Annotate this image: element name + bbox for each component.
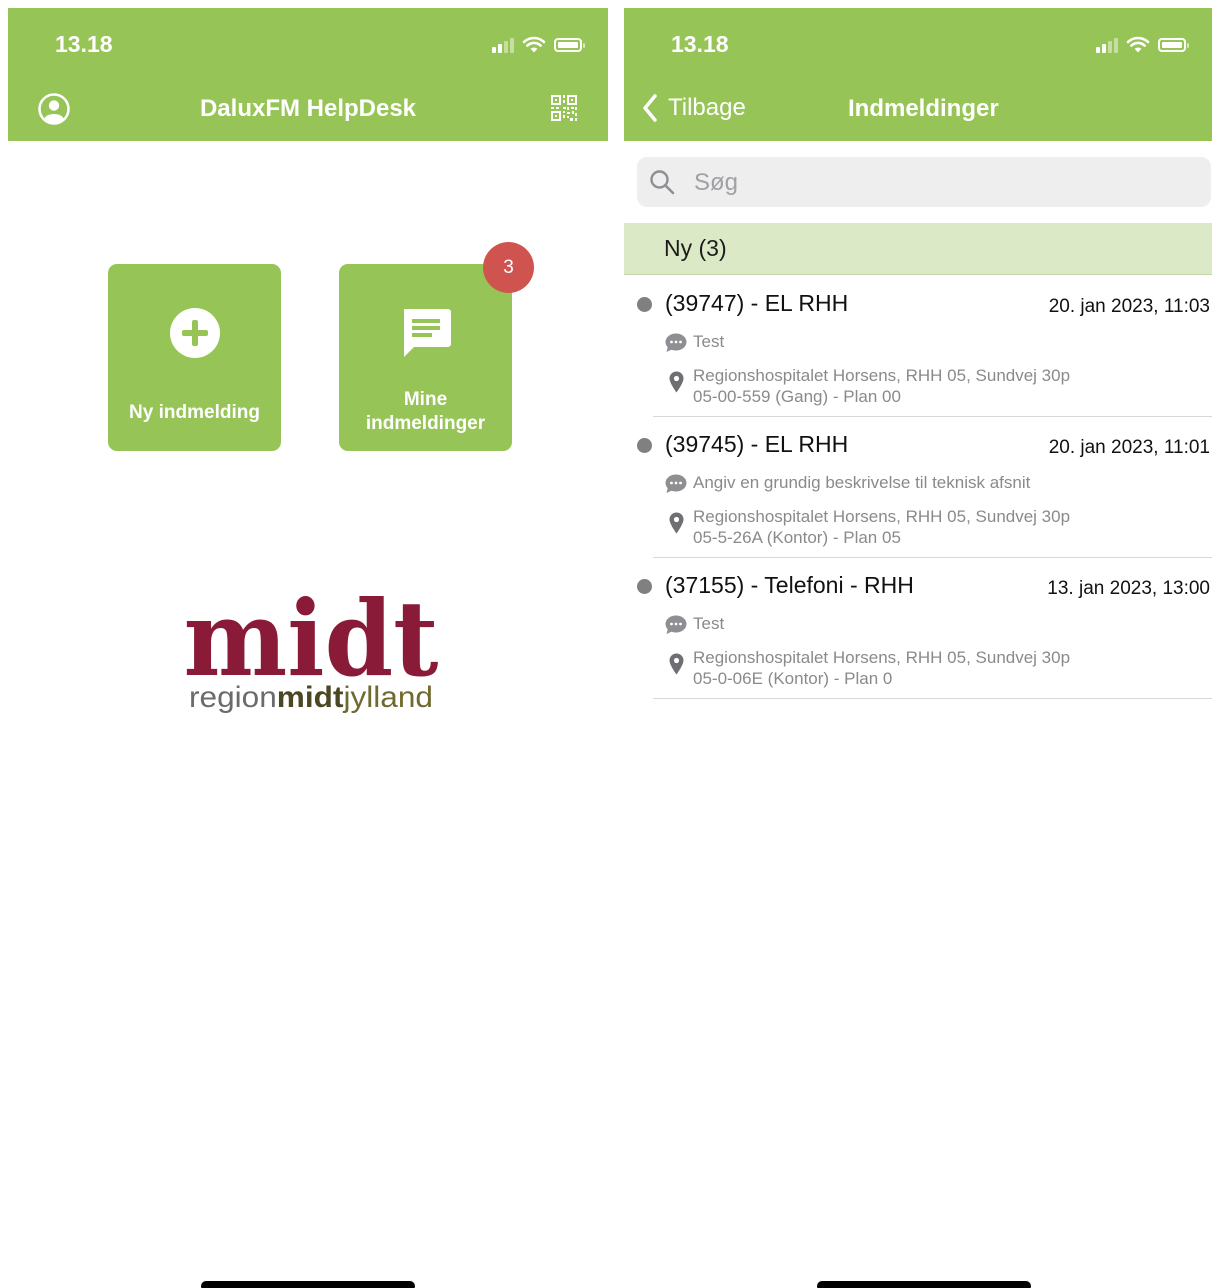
- report-list-item[interactable]: (37155) - Telefoni - RHH 13. jan 2023, 1…: [624, 558, 1212, 699]
- reports-nav-bar: 13.18 Tilbage Indmeldinger: [624, 8, 1212, 141]
- battery-icon: [554, 37, 585, 52]
- plus-circle-icon: [169, 308, 220, 358]
- region-midtjylland-logo: midt region midt jylland: [184, 585, 439, 714]
- section-header-new: Ny (3): [624, 223, 1212, 275]
- home-nav-bar: 13.18 DaluxFM HelpDesk: [8, 8, 608, 141]
- report-date: 13. jan 2023, 13:00: [1047, 578, 1210, 599]
- my-reports-label-line1: Mine: [403, 389, 448, 410]
- report-comment: Test: [693, 614, 725, 633]
- status-dot: [637, 297, 652, 312]
- report-list-item[interactable]: (39745) - EL RHH 20. jan 2023, 11:01 Ang…: [624, 417, 1212, 558]
- row-divider: [653, 698, 1212, 699]
- new-report-label: Ny indmelding: [129, 402, 260, 423]
- report-room: 05-5-26A (Kontor) - Plan 05: [693, 528, 901, 547]
- back-button[interactable]: Tilbage: [642, 94, 746, 122]
- home-indicator[interactable]: [201, 1281, 415, 1288]
- back-label: Tilbage: [668, 94, 746, 121]
- location-pin-icon: [669, 512, 684, 534]
- status-icons: [1096, 36, 1189, 53]
- cellular-signal-icon: [1096, 37, 1118, 53]
- home-screen: 13.18 DaluxFM HelpDesk Ny indmelding Min…: [8, 0, 608, 1288]
- report-title: (39745) - EL RHH: [665, 431, 849, 457]
- svg-text:regionmidtjylland: region midt jylland: [189, 681, 433, 714]
- report-list-item[interactable]: (39747) - EL RHH 20. jan 2023, 11:03 Tes…: [624, 276, 1212, 417]
- report-room: 05-00-559 (Gang) - Plan 00: [693, 387, 901, 406]
- search-bar[interactable]: [637, 157, 1211, 207]
- location-pin-icon: [669, 653, 684, 675]
- logo-sub-post: jylland: [342, 681, 433, 714]
- battery-icon: [1158, 37, 1189, 52]
- report-location: Regionshospitalet Horsens, RHH 05, Sundv…: [693, 366, 1071, 385]
- logo-sub-bold: midt: [277, 681, 344, 714]
- my-reports-label-line2: indmeldinger: [365, 413, 486, 434]
- page-title: Indmeldinger: [848, 95, 999, 122]
- status-dot: [637, 579, 652, 594]
- search-icon: [650, 170, 675, 195]
- my-reports-tile[interactable]: Mine indmeldinger: [339, 264, 512, 451]
- chevron-left-icon: [643, 94, 657, 122]
- comment-icon: [665, 474, 687, 493]
- search-input[interactable]: [692, 164, 1176, 202]
- status-dot: [637, 438, 652, 453]
- comment-icon: [665, 615, 687, 634]
- home-indicator[interactable]: [817, 1281, 1031, 1288]
- status-icons: [492, 36, 585, 53]
- page-title: DaluxFM HelpDesk: [199, 95, 417, 122]
- report-title: (37155) - Telefoni - RHH: [665, 572, 914, 598]
- report-location: Regionshospitalet Horsens, RHH 05, Sundv…: [693, 648, 1071, 667]
- report-comment: Angiv en grundig beskrivelse til teknisk…: [693, 473, 1031, 492]
- report-date: 20. jan 2023, 11:03: [1048, 296, 1210, 317]
- reports-screen: 13.18 Tilbage Indmeldinger Ny (3) (39747…: [624, 0, 1212, 1288]
- report-room: 05-0-06E (Kontor) - Plan 0: [693, 669, 893, 688]
- new-report-tile[interactable]: Ny indmelding: [108, 264, 281, 451]
- report-location: Regionshospitalet Horsens, RHH 05, Sundv…: [693, 507, 1071, 526]
- my-reports-count-badge: 3: [483, 242, 534, 293]
- wifi-icon: [1126, 36, 1150, 53]
- report-title: (39747) - EL RHH: [665, 290, 849, 316]
- qr-code-icon: [551, 95, 577, 121]
- qr-scan-button[interactable]: [550, 94, 578, 122]
- report-date: 20. jan 2023, 11:01: [1048, 437, 1210, 458]
- comment-icon: [665, 333, 687, 352]
- status-time: 13.18: [55, 31, 113, 57]
- chat-icon: [403, 309, 451, 357]
- logo-sub-pre: region: [189, 681, 277, 714]
- wifi-icon: [522, 36, 546, 53]
- report-comment: Test: [693, 332, 725, 351]
- cellular-signal-icon: [492, 37, 514, 53]
- section-title: Ny (3): [664, 235, 727, 261]
- status-time: 13.18: [671, 31, 729, 57]
- location-pin-icon: [669, 371, 684, 393]
